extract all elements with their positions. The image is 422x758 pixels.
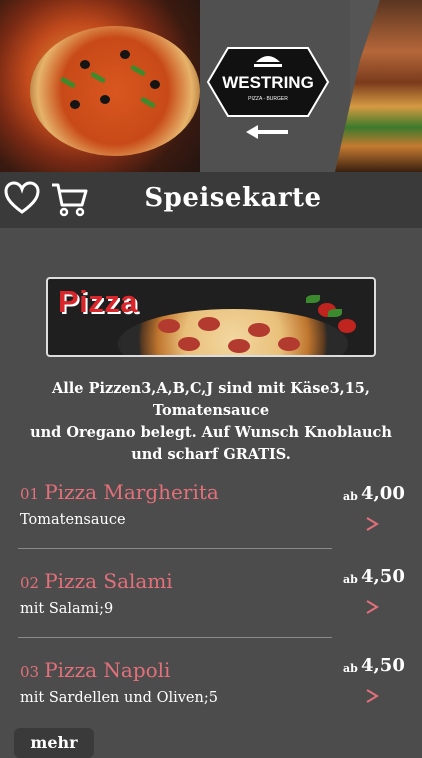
item-price: 4,50: [361, 655, 405, 676]
intro-line-2: und Oregano belegt. Auf Wunsch Knoblauch: [30, 424, 392, 441]
header-banner: WESTRING PIZZA - BURGER: [0, 0, 422, 172]
menu-item[interactable]: 03 Pizza Napoli mit Sardellen und Oliven…: [0, 655, 422, 716]
logo-subtitle: PIZZA - BURGER: [248, 96, 288, 102]
price-prefix: ab: [343, 662, 358, 675]
item-name: Pizza Salami: [44, 569, 173, 593]
pizza-photo: [0, 0, 200, 172]
item-description: mit Sardellen und Oliven;5: [20, 690, 218, 706]
item-description: Tomatensauce: [20, 512, 126, 528]
chevron-right-icon[interactable]: [365, 517, 379, 531]
separator: [18, 548, 332, 549]
chevron-right-icon[interactable]: [365, 600, 379, 614]
menu-item[interactable]: 01 Pizza Margherita Tomatensauce ab 4,00: [0, 478, 422, 550]
page-title: Speisekarte: [144, 183, 322, 213]
price-prefix: ab: [343, 490, 358, 503]
item-number: 01: [20, 485, 40, 503]
item-name: Pizza Margherita: [44, 480, 219, 504]
item-price: 4,50: [361, 566, 405, 587]
price-prefix: ab: [343, 573, 358, 586]
item-description: mit Salami;9: [20, 601, 114, 617]
westring-logo: WESTRING PIZZA - BURGER: [206, 47, 330, 117]
item-name: Pizza Napoli: [44, 658, 171, 682]
item-number: 03: [20, 663, 40, 681]
separator: [18, 637, 332, 638]
intro-text: Alle Pizzen3,A,B,C,J sind mit Käse3,15, …: [20, 378, 402, 466]
heart-icon[interactable]: [4, 181, 40, 215]
item-number: 02: [20, 574, 40, 592]
menu-item[interactable]: 02 Pizza Salami mit Salami;9 ab 4,50: [0, 566, 422, 639]
arrow-left-icon[interactable]: [246, 124, 290, 140]
logo-text: WESTRING: [222, 73, 314, 92]
category-banner-pizza[interactable]: Pizza: [46, 277, 376, 357]
intro-line-3: und scharf GRATIS.: [131, 446, 291, 463]
category-label: Pizza: [58, 284, 139, 319]
item-price: 4,00: [361, 483, 405, 504]
chevron-right-icon[interactable]: [365, 689, 379, 703]
intro-line-1: Alle Pizzen3,A,B,C,J sind mit Käse3,15, …: [52, 380, 370, 419]
cart-icon[interactable]: [50, 181, 88, 219]
more-button[interactable]: mehr: [14, 728, 94, 758]
